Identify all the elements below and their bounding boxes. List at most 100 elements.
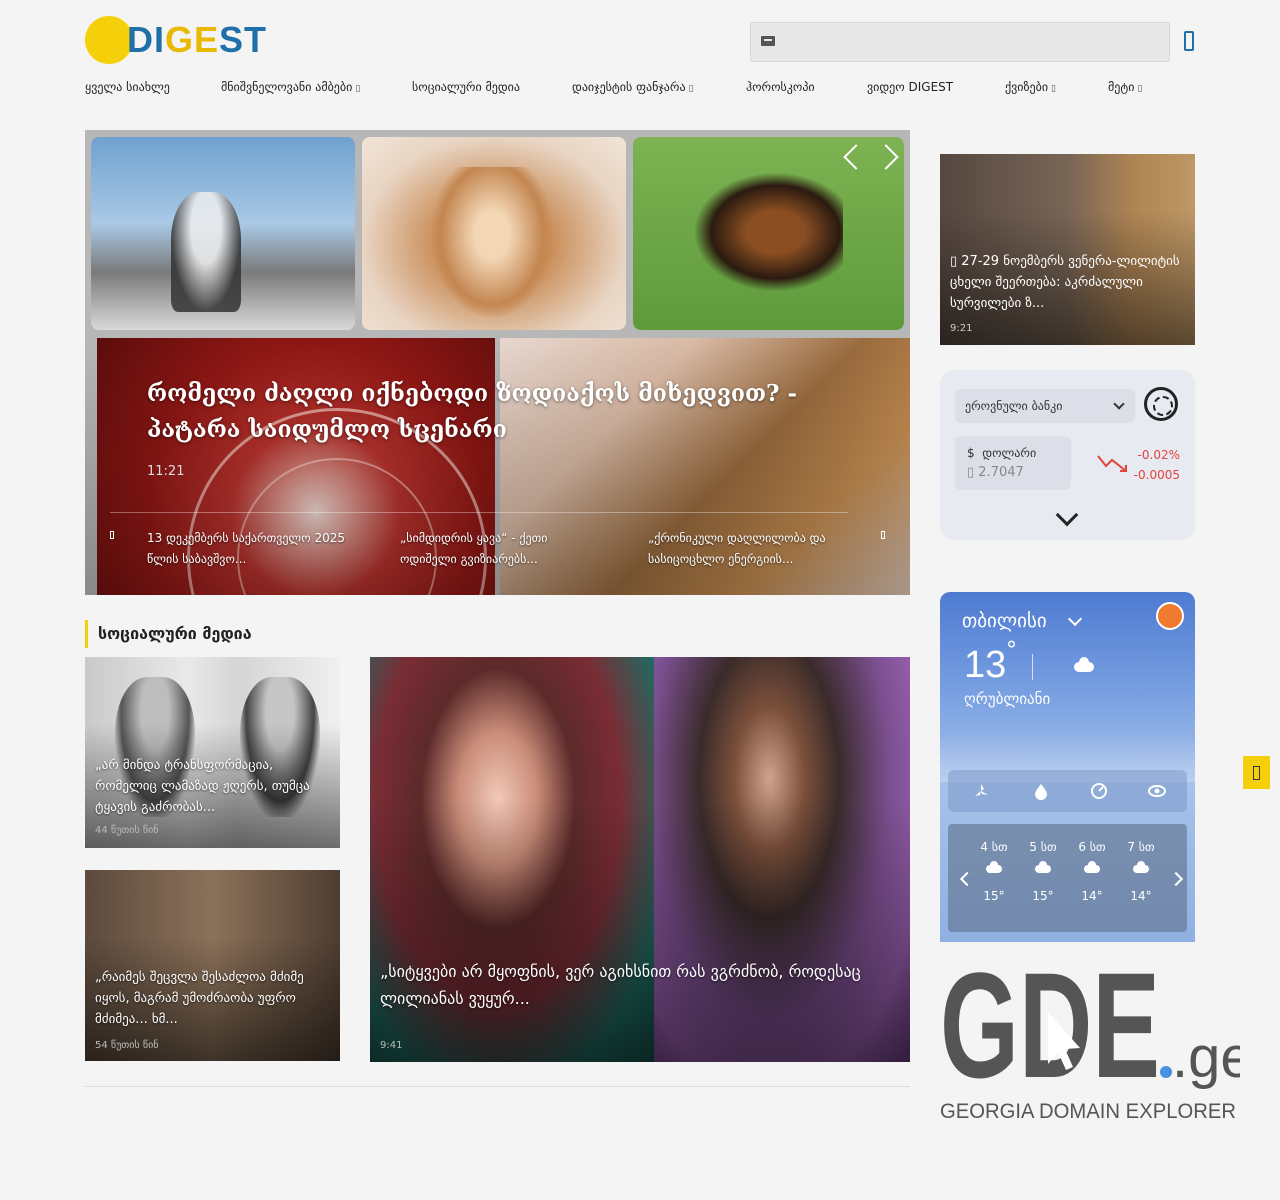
currency-card-usd[interactable]: $ დოლარი ▯ 2.7047 bbox=[955, 436, 1071, 490]
weather-stats-bar bbox=[948, 770, 1187, 812]
logo-text: DIGEST bbox=[127, 19, 267, 61]
hero-sub-link[interactable]: 13 დეკემბერს საქართველო 2025 წლის საბავშ… bbox=[147, 528, 347, 570]
hero-sub-link[interactable]: „სიმდიდრის ყავა“ - ქეთი ოდიშელი გვიზიარე… bbox=[400, 528, 600, 570]
forecast-hour-label: 4 სთ bbox=[980, 840, 1008, 854]
logo-text-ge: GE bbox=[165, 19, 220, 60]
visibility-icon[interactable] bbox=[1148, 782, 1166, 800]
hero-image-husky bbox=[91, 137, 355, 330]
hero-bullet-icon bbox=[110, 531, 114, 539]
nav-item-video-digest[interactable]: ვიდეო DIGEST bbox=[867, 80, 953, 94]
news-card[interactable]: „რაიმეს შეცვლა შესაძლოა მძიმე იყოს, მაგრ… bbox=[85, 870, 340, 1061]
nav-item-label: ქვიზები bbox=[1005, 80, 1049, 94]
logo-text-di: DI bbox=[127, 19, 165, 60]
section-heading-social-media[interactable]: სოციალური მედია bbox=[85, 620, 252, 648]
sidebar-news-card[interactable]: ▯ 27-29 ნოემბერს ვენერა-ლილიტის ცხელი შე… bbox=[940, 154, 1195, 345]
main-nav: ყველა სიახლე მნიშვნელოვანი ამბები ▯ სოცია… bbox=[85, 80, 1195, 100]
news-card-overlay bbox=[85, 870, 340, 1061]
hero-sub-link[interactable]: „ქრონიკული დაღლილობა და სასიცოცხლო ენერგ… bbox=[648, 528, 848, 570]
hero-image-chihuahua bbox=[362, 137, 626, 330]
trend-down-icon bbox=[1097, 455, 1127, 472]
forecast-temp: 15° bbox=[983, 889, 1005, 903]
nav-item-important-news[interactable]: მნიშვნელოვანი ამბები ▯ bbox=[221, 80, 360, 94]
news-card-time: 9:41 bbox=[380, 1040, 403, 1051]
logo-text-st: ST bbox=[219, 19, 268, 60]
bank-select[interactable]: ეროვნული ბანკი bbox=[955, 389, 1135, 423]
degree-symbol: ° bbox=[1006, 638, 1017, 663]
nav-item-quizzes[interactable]: ქვიზები ▯ bbox=[1005, 80, 1056, 94]
search-input[interactable] bbox=[783, 23, 1163, 61]
hero-image-german-shepherd bbox=[633, 137, 904, 330]
currency-name-label: დოლარი bbox=[982, 446, 1037, 460]
nav-item-more[interactable]: მეტი ▯ bbox=[1108, 80, 1142, 94]
currency-name: $ დოლარი bbox=[967, 446, 1036, 460]
news-card-title: „სიტყვები არ მყოფნის, ვერ აგიხსნით რას ვ… bbox=[380, 962, 861, 1008]
nav-item-all-news[interactable]: ყველა სიახლე bbox=[85, 80, 170, 94]
chevron-down-icon: ▯ bbox=[688, 84, 694, 94]
forecast-hour: 6 სთ 14° bbox=[1072, 836, 1112, 903]
hero-bullet-icon bbox=[881, 531, 885, 539]
cloud-icon bbox=[986, 861, 1002, 873]
gde-ge-ad-banner[interactable]: GDE .ge GEORGIA DOMAIN EXPLORER bbox=[940, 952, 1240, 1122]
forecast-next-arrow-icon[interactable] bbox=[1168, 871, 1184, 887]
wind-icon[interactable] bbox=[972, 782, 990, 800]
news-card-title: „რაიმეს შეცვლა შესაძლოა მძიმე იყოს, მაგრ… bbox=[95, 970, 304, 1027]
forecast-hour: 4 სთ 15° bbox=[974, 836, 1014, 903]
forecast-hour: 7 სთ 14° bbox=[1121, 836, 1161, 903]
expand-chevron-icon[interactable] bbox=[1055, 503, 1079, 527]
news-card-time: 54 წუთის წინ bbox=[95, 1040, 159, 1051]
section-divider bbox=[85, 1086, 910, 1087]
national-bank-emblem-icon bbox=[1144, 387, 1178, 421]
dollar-icon: $ bbox=[967, 446, 975, 460]
nav-item-label: მეტი bbox=[1108, 80, 1135, 94]
chevron-down-icon[interactable] bbox=[1067, 611, 1083, 627]
globe-icon[interactable] bbox=[1156, 602, 1184, 630]
hero-time: 11:21 bbox=[147, 464, 185, 479]
cloud-icon bbox=[1074, 657, 1094, 672]
chevron-down-icon: ▯ bbox=[355, 84, 361, 94]
nav-item-horoscope[interactable]: ჰოროსკოპი bbox=[746, 80, 815, 94]
partly-cloudy-rain-icon bbox=[1133, 861, 1149, 873]
hero-slider[interactable]: რომელი ძაღლი იქნებოდი ზოდიაქოს მიხედვით?… bbox=[85, 130, 910, 595]
currency-rate: ▯ 2.7047 bbox=[967, 465, 1024, 480]
ad-logo-tld: .ge bbox=[1172, 1025, 1240, 1090]
ad-tagline: GEORGIA DOMAIN EXPLORER bbox=[940, 1100, 1236, 1122]
chevron-down-icon bbox=[1113, 398, 1125, 410]
humidity-icon[interactable] bbox=[1032, 782, 1050, 800]
hero-title[interactable]: რომელი ძაღლი იქნებოდი ზოდიაქოს მიხედვით?… bbox=[147, 376, 847, 448]
forecast-prev-arrow-icon[interactable] bbox=[959, 871, 975, 887]
nav-item-label: ყველა სიახლე bbox=[85, 80, 170, 94]
nav-item-digest-window[interactable]: დაიჯესტის ფანჯარა ▯ bbox=[572, 80, 693, 94]
cloud-icon bbox=[1035, 861, 1051, 873]
logo-dot-icon bbox=[1160, 1066, 1172, 1078]
weather-separator bbox=[1032, 654, 1033, 680]
sidebar-news-time: 9:21 bbox=[950, 323, 973, 334]
forecast-temp: 14° bbox=[1081, 889, 1103, 903]
weather-widget: თბილისი 13 ° ღრუბლიანი 4 სთ 15° 5 სთ 15° 6… bbox=[940, 592, 1195, 942]
side-floating-tab[interactable] bbox=[1243, 756, 1270, 789]
nav-item-label: მნიშვნელოვანი ამბები bbox=[221, 80, 353, 94]
nav-item-label: ვიდეო DIGEST bbox=[867, 80, 954, 94]
news-card-time: 44 წუთის წინ bbox=[95, 825, 159, 836]
currency-change: -0.02% -0.0005 bbox=[1134, 445, 1180, 485]
site-logo[interactable]: DIGEST bbox=[85, 16, 267, 64]
weather-city[interactable]: თბილისი bbox=[962, 610, 1047, 632]
sidebar-news-title: ▯ 27-29 ნოემბერს ვენერა-ლილიტის ცხელი შე… bbox=[950, 254, 1180, 311]
search-box[interactable] bbox=[750, 22, 1170, 62]
weather-condition: ღრუბლიანი bbox=[964, 690, 1051, 708]
pressure-icon[interactable] bbox=[1090, 782, 1108, 800]
user-icon[interactable] bbox=[1184, 31, 1194, 51]
forecast-hour-label: 5 სთ bbox=[1029, 840, 1057, 854]
nav-item-social-media[interactable]: სოციალური მედია bbox=[412, 80, 520, 94]
nav-item-label: სოციალური მედია bbox=[412, 80, 520, 94]
news-card-title: „არ მინდა ტრანსფორმაცია, რომელიც ლამაზად… bbox=[95, 758, 310, 815]
search-icon bbox=[761, 36, 775, 46]
sidebar-news-overlay bbox=[940, 154, 1195, 345]
news-card[interactable]: „არ მინდა ტრანსფორმაცია, რომელიც ლამაზად… bbox=[85, 657, 340, 848]
nav-item-label: ჰოროსკოპი bbox=[746, 80, 815, 94]
currency-change-percent: -0.02% bbox=[1137, 448, 1180, 462]
currency-widget: ეროვნული ბანკი $ დოლარი ▯ 2.7047 -0.02% … bbox=[940, 370, 1195, 540]
featured-news-card[interactable]: „სიტყვები არ მყოფნის, ვერ აგიხსნით რას ვ… bbox=[370, 657, 910, 1062]
bank-select-label: ეროვნული ბანკი bbox=[965, 399, 1063, 413]
logo-sun-icon bbox=[85, 16, 133, 64]
news-card-overlay bbox=[85, 657, 340, 848]
